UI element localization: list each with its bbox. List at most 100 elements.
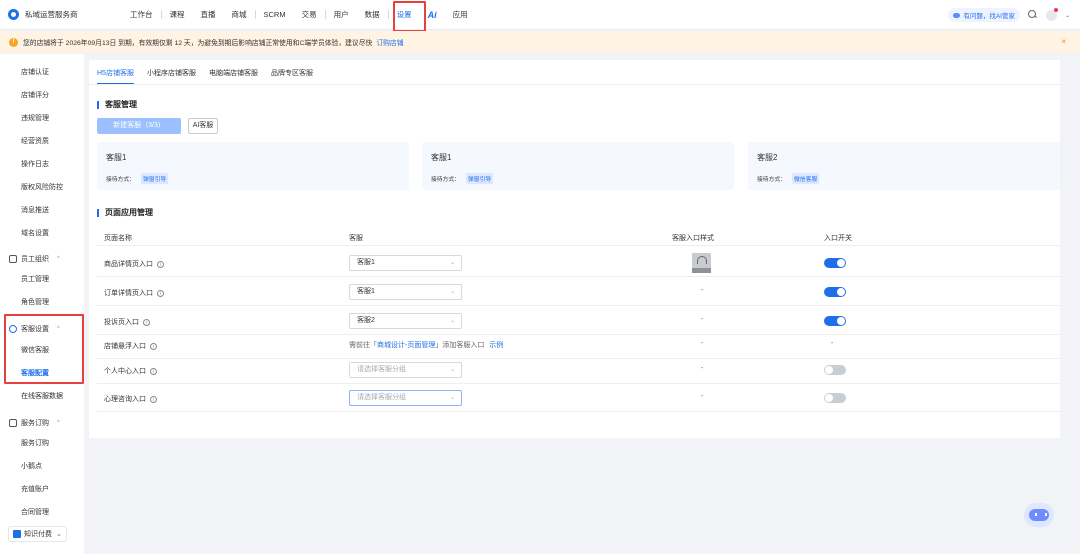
service-tabs: H5店铺客服 小程序店铺客服 电脑端店铺客服 品牌专区客服 [97,68,326,84]
service-group-select[interactable]: 请选择客服分组 ⌄ [349,362,462,378]
sidebar-item-online-service-data[interactable]: 在线客服数据 [21,391,63,401]
app-logo[interactable]: 私域运营服务商 [8,9,108,20]
row-page-name: 订单详情页入口 i [104,288,164,298]
sidebar-item-domain[interactable]: 域名设置 [21,228,49,238]
floating-entry-hint: 需前往「商城设计-页面管理」添加客服入口 示例 [349,340,503,350]
entry-switch[interactable] [824,316,846,326]
entry-switch[interactable] [824,393,846,403]
nav-mall[interactable]: 商城 [224,9,255,20]
service-select[interactable]: 客服1 ⌄ [349,284,462,300]
tab-brand-zone[interactable]: 品牌专区客服 [271,68,313,84]
info-icon[interactable]: i [150,342,157,350]
row-name-text: 店铺悬浮入口 [104,343,146,350]
sidebar-item-role-manage[interactable]: 角色管理 [21,297,49,307]
select-value: 客服1 [357,288,375,295]
new-service-button[interactable]: 新建客服（3/3） [97,118,181,134]
sidebar-item-store-auth[interactable]: 店铺认证 [21,67,49,77]
info-icon[interactable]: i [150,367,157,375]
order-store-link[interactable]: 订购店铺 [376,37,403,47]
sidebar-item-store-rating[interactable]: 店铺评分 [21,90,49,100]
nav-trade[interactable]: 交易 [294,9,325,20]
row-name-text: 心理咨询入口 [104,396,146,403]
row-name-text: 个人中心入口 [104,368,146,375]
notification-dot [1053,7,1058,12]
section-title-page-manage: 页面应用管理 [97,207,153,218]
chevron-down-icon: ⌄ [449,395,455,401]
section-title-text: 客服管理 [105,100,137,109]
tab-miniprogram[interactable]: 小程序店铺客服 [147,68,196,84]
service-card[interactable]: 客服1 接待方式： 弹窗引导 [97,142,409,190]
mall-design-link[interactable]: 商城设计-页面管理 [377,342,435,349]
info-icon[interactable]: i [157,260,164,268]
row-page-name: 投诉页入口 i [104,317,150,327]
close-icon[interactable]: × [1061,37,1066,46]
top-right-tools: 有问题，找AI管家 ⌄ [948,0,1070,30]
switch-knob [837,317,845,325]
entry-switch[interactable] [824,365,846,375]
chevron-down-icon: ⌄ [449,289,455,295]
service-card-name: 客服1 [106,153,127,162]
table-header: 页面名称 客服 客服入口样式 入口开关 [97,228,1060,246]
chevron-up-icon: ^ [57,420,60,426]
tab-pc[interactable]: 电脑端店铺客服 [209,68,258,84]
nav-workbench[interactable]: 工作台 [122,9,161,20]
entry-style-image[interactable] [692,253,711,273]
entry-switch[interactable] [824,287,846,297]
ask-ai-button[interactable]: 有问题，找AI管家 [948,8,1020,22]
sidebar-item-staff-manage[interactable]: 员工管理 [21,274,49,284]
service-group-select[interactable]: 请选择客服分组 ⌄ [349,390,462,406]
nav-user[interactable]: 用户 [326,9,357,20]
entry-switch-empty: - [831,340,834,347]
tab-h5[interactable]: H5店铺客服 [97,68,134,84]
service-card-mode: 接待方式： 微信客服 [757,173,820,184]
sidebar-group-staff[interactable]: 员工组织 ^ [9,254,60,264]
sidebar-item-operation-log[interactable]: 操作日志 [21,159,49,169]
nav-data[interactable]: 数据 [357,9,388,20]
info-icon[interactable]: i [150,395,157,403]
logo-icon [8,9,19,20]
nav-live[interactable]: 直播 [193,9,224,20]
sidebar-item-copyright[interactable]: 版权风险防控 [21,182,63,192]
col-entry-style: 客服入口样式 [672,235,714,242]
chevron-down-icon[interactable]: ⌄ [1065,12,1070,19]
example-link[interactable]: 示例 [489,342,503,349]
table-row: 订单详情页入口 i 客服1 ⌄ - [97,278,1060,306]
sidebar-item-qualification[interactable]: 经营资质 [21,136,49,146]
knowledge-payment-switch[interactable]: 知识付费 ⌄ [8,526,67,542]
sidebar-item-goose-points[interactable]: 小鹅点 [21,461,42,471]
mode-label: 接待方式： [757,177,786,183]
nav-course[interactable]: 课程 [162,9,193,20]
chevron-down-icon: ⌄ [56,531,62,538]
search-icon[interactable] [1027,10,1038,20]
service-card[interactable]: 客服2 接待方式： 微信客服 [748,142,1060,190]
highlight-settings-nav [393,1,426,32]
mode-tag: 弹窗引导 [466,173,494,184]
entry-switch[interactable] [824,258,846,268]
nav-scrm[interactable]: SCRM [256,10,294,19]
col-page-name: 页面名称 [104,235,132,242]
main-panel: H5店铺客服 小程序店铺客服 电脑端店铺客服 品牌专区客服 客服管理 新建客服（… [89,60,1060,438]
avatar[interactable] [1045,7,1058,21]
info-icon[interactable]: i [157,289,164,297]
book-icon [13,530,21,538]
service-card[interactable]: 客服1 接待方式： 弹窗引导 [422,142,734,190]
ai-service-button[interactable]: AI客服 [188,118,218,134]
row-page-name: 商品详情页入口 i [104,259,164,269]
sidebar-item-contract[interactable]: 合同管理 [21,507,49,517]
chevron-down-icon: ⌄ [449,367,455,373]
sidebar-group-service-order[interactable]: 服务订购 ^ [9,418,60,428]
service-card-name: 客服1 [431,153,452,162]
nav-apps[interactable]: 应用 [445,9,476,20]
info-icon[interactable]: i [143,318,150,326]
top-navbar: 私域运营服务商 工作台 课程 直播 商城 SCRM 交易 用户 数据 设置 Ai… [0,0,1080,30]
sidebar-item-message-push[interactable]: 消息推送 [21,205,49,215]
entry-style-empty: - [701,365,704,372]
ai-assistant-robot-icon[interactable] [1024,503,1054,527]
table-row: 个人中心入口 i 请选择客服分组 ⌄ - [97,356,1060,384]
sidebar-item-service-order[interactable]: 服务订购 [21,438,49,448]
service-select[interactable]: 客服2 ⌄ [349,313,462,329]
sidebar-item-violation[interactable]: 违规管理 [21,113,49,123]
service-card-mode: 接待方式： 弹窗引导 [106,173,169,184]
service-select[interactable]: 客服1 ⌄ [349,255,462,271]
sidebar-item-recharge[interactable]: 充值账户 [21,484,49,494]
